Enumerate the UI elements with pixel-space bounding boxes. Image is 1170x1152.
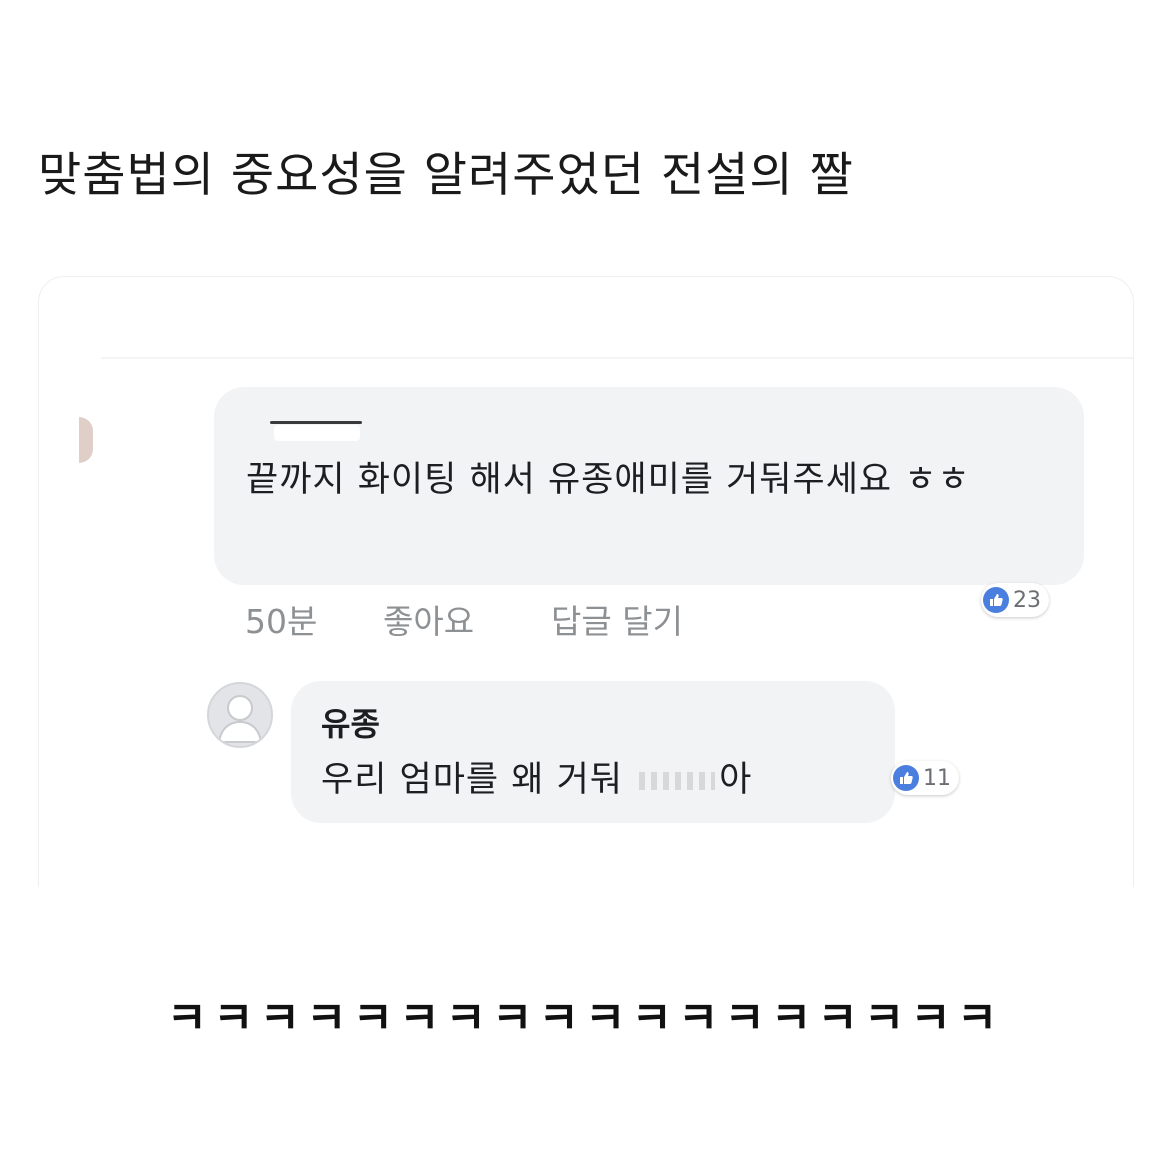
reply-button[interactable]: 답글 달기 (551, 595, 683, 643)
reply-like-badge[interactable]: 11 (891, 761, 959, 795)
divider (101, 357, 1133, 359)
comment-time: 50분 (245, 602, 318, 641)
comment-screenshot: 끝까지 화이팅 해서 유종애미를 거둬주세요 ㅎㅎ 50분 좋아요 답글 달기 … (38, 276, 1134, 887)
commenter-avatar[interactable] (79, 417, 93, 463)
comment-like-count: 23 (1013, 587, 1041, 613)
page-title: 맞춤법의 중요성을 알려주었던 전설의 짤 (38, 148, 854, 203)
redacted-commenter-name (270, 417, 362, 441)
laugh-text: ㅋㅋㅋㅋㅋㅋㅋㅋㅋㅋㅋㅋㅋㅋㅋㅋㅋㅋ (166, 993, 1004, 1044)
reply-author[interactable]: 유종 (321, 699, 380, 745)
reply-text-end: 아 (719, 760, 753, 800)
reply-text-start: 우리 엄마를 왜 거둬 (321, 760, 636, 800)
reply-avatar[interactable] (207, 682, 273, 748)
redacted-word (635, 766, 719, 796)
reply-text: 우리 엄마를 왜 거둬 아 (321, 751, 752, 802)
reply-bubble: 유종 우리 엄마를 왜 거둬 아 (291, 681, 895, 823)
thumbs-up-icon (983, 587, 1009, 613)
comment-like-badge[interactable]: 23 (981, 583, 1049, 617)
comment-text: 끝까지 화이팅 해서 유종애미를 거둬주세요 ㅎㅎ (246, 460, 971, 500)
thumbs-up-icon (893, 765, 919, 791)
like-button[interactable]: 좋아요 (383, 595, 474, 643)
reply-like-count: 11 (923, 765, 951, 791)
comment-bubble: 끝까지 화이팅 해서 유종애미를 거둬주세요 ㅎㅎ (214, 387, 1084, 585)
